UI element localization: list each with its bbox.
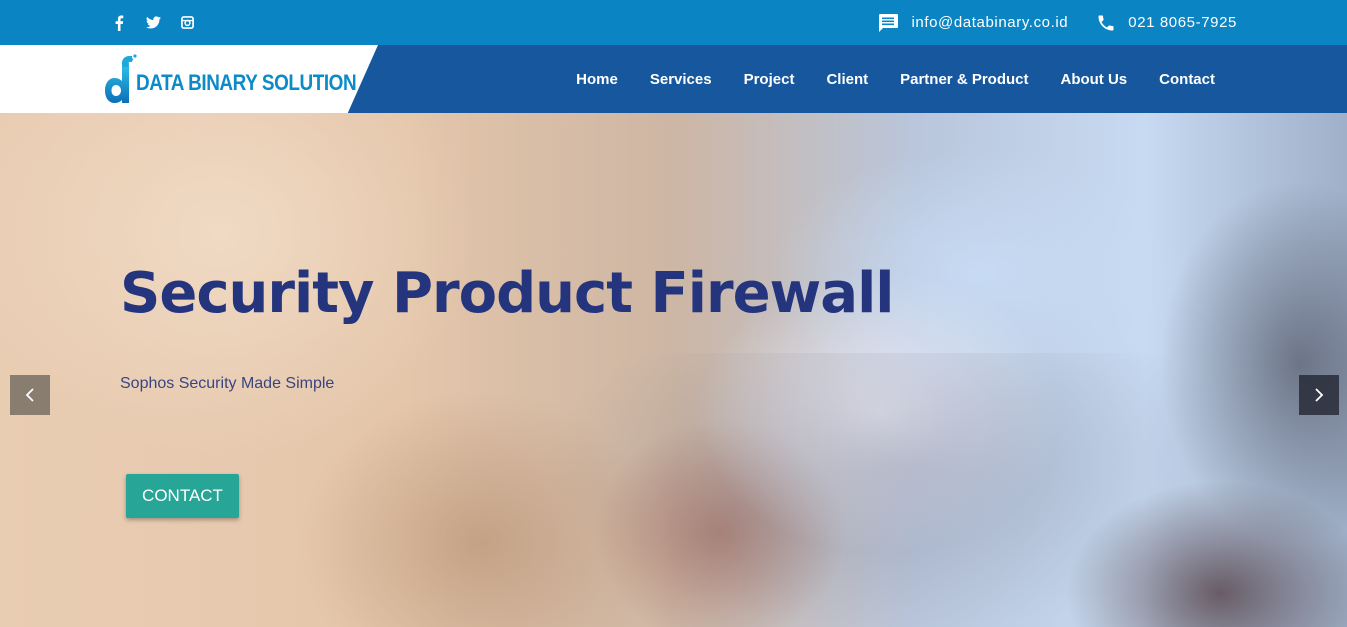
phone-icon	[1098, 15, 1114, 30]
email-text: info@databinary.co.id	[911, 14, 1069, 31]
slider-prev-button[interactable]	[10, 375, 50, 415]
hero-background-image	[540, 353, 1260, 627]
facebook-icon[interactable]	[110, 14, 128, 32]
social-links	[110, 0, 196, 45]
chevron-right-icon	[1315, 388, 1324, 402]
contact-info: info@databinary.co.id 021 8065-7925	[877, 0, 1237, 45]
instagram-icon[interactable]	[178, 14, 196, 32]
nav-about-us[interactable]: About Us	[1060, 71, 1127, 88]
phone-text: 021 8065-7925	[1128, 14, 1237, 31]
main-menu: Home Services Project Client Partner & P…	[576, 45, 1215, 113]
nav-client[interactable]: Client	[826, 71, 868, 88]
nav-project[interactable]: Project	[744, 71, 795, 88]
nav-contact[interactable]: Contact	[1159, 71, 1215, 88]
nav-home[interactable]: Home	[576, 71, 618, 88]
hero-subtitle: Sophos Security Made Simple	[120, 375, 335, 392]
logo-mark-icon	[105, 54, 137, 103]
twitter-icon[interactable]	[144, 14, 162, 32]
contact-button[interactable]: CONTACT	[126, 474, 239, 518]
email-contact[interactable]: info@databinary.co.id	[877, 13, 1068, 33]
hero-title: Security Product Firewall	[120, 261, 894, 326]
phone-contact[interactable]: 021 8065-7925	[1096, 13, 1237, 33]
logo[interactable]: DATA BINARY SOLUTION	[104, 51, 392, 107]
chevron-left-icon	[25, 388, 34, 402]
message-icon	[879, 13, 899, 32]
slider-next-button[interactable]	[1299, 375, 1339, 415]
nav-partner-product[interactable]: Partner & Product	[900, 71, 1028, 88]
top-bar: info@databinary.co.id 021 8065-7925	[0, 0, 1347, 45]
hero-slider: Security Product Firewall Sophos Securit…	[0, 113, 1347, 627]
logo-text: DATA BINARY SOLUTION	[136, 70, 357, 95]
nav-services[interactable]: Services	[650, 71, 712, 88]
main-navbar: DATA BINARY SOLUTION Home Services Proje…	[0, 45, 1347, 113]
